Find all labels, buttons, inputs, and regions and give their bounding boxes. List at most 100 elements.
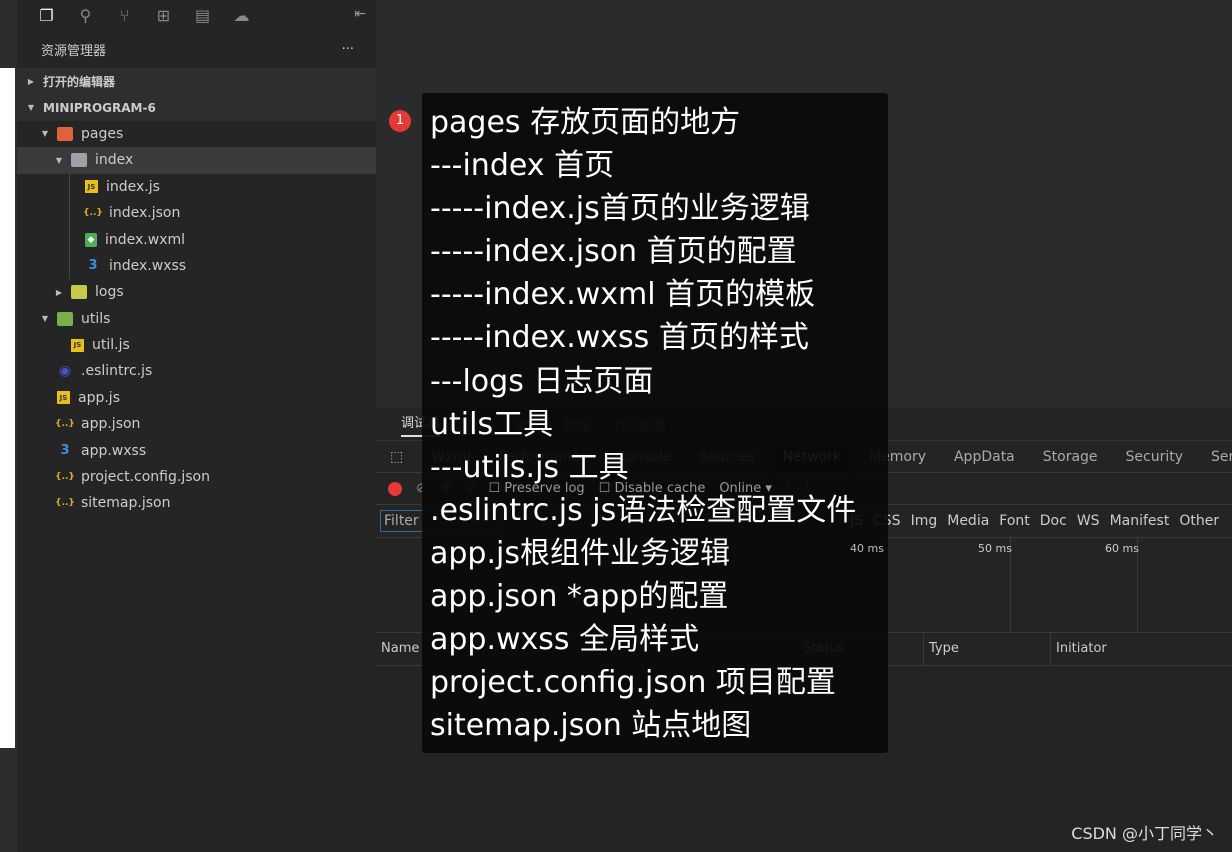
tree-item[interactable]: ▼ index bbox=[17, 147, 376, 174]
tree-item-label: index.json bbox=[109, 205, 181, 222]
files-icon[interactable]: ❐ bbox=[27, 6, 66, 25]
annotation-line: pages 存放页面的地方 bbox=[430, 105, 741, 140]
chevron-down-icon: ▼ bbox=[41, 129, 49, 139]
devtools-tab[interactable]: Security bbox=[1112, 441, 1198, 473]
folder-utils-icon bbox=[57, 311, 73, 326]
tree-item-label: index.wxss bbox=[109, 257, 187, 274]
annotation-line: utils工具 bbox=[430, 406, 554, 442]
eslint-icon: ◉ bbox=[58, 363, 72, 380]
folder-icon bbox=[71, 153, 87, 168]
json-icon: {..} bbox=[83, 208, 103, 219]
inspect-icon[interactable]: ⬚ bbox=[376, 441, 417, 473]
open-editors-section[interactable]: ▶ 打开的编辑器 bbox=[17, 68, 376, 95]
tick-label: 50 ms bbox=[978, 542, 1012, 555]
annotation-line: ---index 首页 bbox=[430, 148, 615, 184]
devtools-tab[interactable]: AppData bbox=[940, 441, 1029, 473]
annotation-line: project.config.json 项目配置 bbox=[430, 665, 836, 701]
devtools-tab[interactable]: Storage bbox=[1029, 441, 1112, 473]
file-tree: ▼ pages ▼ index JS index.js {..} index.json ◆ ind… bbox=[17, 121, 376, 517]
annotation-line: app.wxss 全局样式 bbox=[430, 622, 700, 658]
explorer-title: 资源管理器 bbox=[41, 43, 107, 59]
tree-item-label: index bbox=[95, 152, 134, 169]
filter-type[interactable]: Media bbox=[947, 513, 989, 529]
annotation-line: app.js根组件业务逻辑 bbox=[430, 535, 730, 571]
tree-item-label: index.js bbox=[106, 178, 160, 195]
chevron-down-icon: ▼ bbox=[27, 103, 35, 113]
annotation-tooltip: pages 存放页面的地方 ---index 首页 -----index.js首页的… bbox=[422, 93, 888, 753]
tree-item[interactable]: ▼ pages bbox=[17, 121, 376, 147]
json-icon: {..} bbox=[55, 419, 75, 430]
json-icon: {..} bbox=[55, 472, 75, 483]
record-button[interactable] bbox=[388, 481, 402, 496]
wxml-icon: ◆ bbox=[85, 232, 97, 247]
tree-item-label: .eslintrc.js bbox=[81, 363, 153, 380]
filter-type[interactable]: Doc bbox=[1040, 513, 1067, 529]
chevron-right-icon: ▶ bbox=[55, 287, 63, 297]
docker-icon[interactable]: ☁ bbox=[222, 6, 261, 25]
annotation-line: app.json *app的配置 bbox=[430, 579, 729, 615]
tree-item[interactable]: ▼ utils bbox=[17, 306, 376, 332]
filter-type[interactable]: Manifest bbox=[1110, 513, 1170, 529]
devtools-tab[interactable]: Sensor bbox=[1197, 441, 1232, 473]
tree-item-label: app.wxss bbox=[81, 442, 147, 459]
collapse-sidebar-icon[interactable]: ⇤ bbox=[354, 6, 366, 22]
tree-item[interactable]: 3 app.wxss bbox=[17, 437, 376, 463]
tick-label: 40 ms bbox=[850, 542, 884, 555]
filter-type[interactable]: WS bbox=[1077, 513, 1100, 529]
preserve-log-checkbox[interactable]: ☐ Preserve log bbox=[488, 481, 584, 496]
tree-item[interactable]: JS util.js bbox=[17, 332, 376, 358]
tree-item[interactable]: JS index.js bbox=[17, 174, 376, 200]
activity-bar: ❐ ⚲ ⑂ ⊞ ▤ ☁ ⇤ bbox=[17, 0, 376, 30]
watermark: CSDN @小丁同学丶 bbox=[1071, 824, 1218, 843]
tree-item-label: project.config.json bbox=[81, 469, 210, 486]
tree-item[interactable]: {..} app.json bbox=[17, 411, 376, 437]
filter-type[interactable]: Img bbox=[911, 513, 938, 529]
disable-cache-label: Disable cache bbox=[614, 481, 706, 496]
tree-item[interactable]: ◆ index.wxml bbox=[17, 226, 376, 252]
project-label: MINIPROGRAM-6 bbox=[43, 100, 156, 115]
tree-item-label: app.js bbox=[78, 389, 120, 406]
chevron-right-icon: ▶ bbox=[27, 76, 35, 86]
filter-type[interactable]: Font bbox=[999, 513, 1029, 529]
throttle-select[interactable]: Online ▾ bbox=[719, 481, 772, 496]
tree-item-label: index.wxml bbox=[105, 231, 186, 248]
annotation-badge: 1 bbox=[389, 110, 411, 132]
filter-type[interactable]: Other bbox=[1179, 513, 1219, 529]
column-initiator[interactable]: Initiator bbox=[1051, 633, 1232, 665]
annotation-line: ---logs 日志页面 bbox=[430, 363, 654, 399]
tree-item[interactable]: ▶ logs bbox=[17, 279, 376, 305]
extensions-icon[interactable]: ⊞ bbox=[144, 6, 183, 25]
folder-pages-icon bbox=[57, 126, 73, 141]
json-icon: {..} bbox=[55, 498, 75, 509]
wxss-icon: 3 bbox=[60, 443, 70, 459]
tree-item-label: logs bbox=[95, 284, 124, 301]
js-icon: JS bbox=[85, 180, 98, 194]
project-section[interactable]: ▼ MINIPROGRAM-6 bbox=[17, 94, 376, 121]
tree-item[interactable]: {..} index.json bbox=[17, 200, 376, 226]
more-actions-button[interactable]: ··· bbox=[342, 42, 354, 57]
annotation-line: -----index.json 首页的配置 bbox=[430, 234, 797, 270]
tree-item[interactable]: {..} sitemap.json bbox=[17, 490, 376, 516]
tree-item[interactable]: 3 index.wxss bbox=[17, 253, 376, 279]
outline-icon[interactable]: ▤ bbox=[183, 6, 222, 25]
indent-guide bbox=[69, 173, 70, 279]
tree-item[interactable]: {..} project.config.json bbox=[17, 464, 376, 490]
tree-item[interactable]: JS app.js bbox=[17, 385, 376, 411]
tree-item-label: util.js bbox=[92, 337, 130, 354]
column-type[interactable]: Type bbox=[924, 633, 1051, 665]
js-icon: JS bbox=[57, 391, 70, 405]
folder-logs-icon bbox=[71, 285, 87, 300]
annotation-line: -----index.wxss 首页的样式 bbox=[430, 320, 809, 356]
tick-label: 60 ms bbox=[1105, 542, 1139, 555]
source-control-icon[interactable]: ⑂ bbox=[105, 6, 144, 25]
tree-item-label: sitemap.json bbox=[81, 495, 171, 512]
annotation-line: -----index.wxml 首页的模板 bbox=[430, 277, 816, 313]
annotation-line: sitemap.json 站点地图 bbox=[430, 708, 752, 744]
simulator-preview bbox=[0, 68, 15, 748]
wxss-icon: 3 bbox=[88, 258, 98, 274]
search-icon[interactable]: ⚲ bbox=[66, 6, 105, 25]
disable-cache-checkbox[interactable]: ☐ Disable cache bbox=[599, 481, 706, 496]
tree-item[interactable]: ◉ .eslintrc.js bbox=[17, 358, 376, 384]
tree-item-label: utils bbox=[81, 310, 111, 327]
annotation-line: -----index.js首页的业务逻辑 bbox=[430, 191, 810, 227]
